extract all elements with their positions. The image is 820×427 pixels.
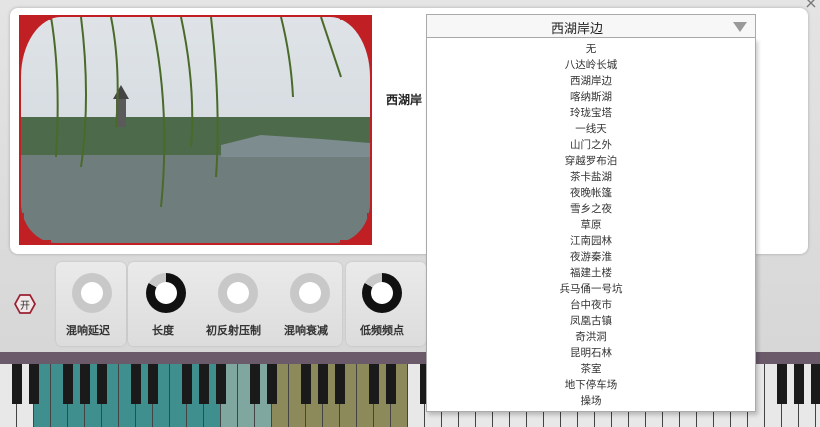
scene-photo [19, 15, 372, 245]
scene-option[interactable]: 西湖岸边 [427, 73, 755, 89]
length-knob[interactable] [146, 273, 186, 313]
piano-black-key[interactable] [29, 364, 39, 404]
power-label: 开 [20, 301, 30, 312]
scene-option[interactable]: 山门之外 [427, 137, 755, 153]
reverb-decay-knob[interactable] [290, 273, 330, 313]
scene-option[interactable]: 福建土楼 [427, 265, 755, 281]
scene-option[interactable]: 八达岭长城 [427, 57, 755, 73]
piano-black-key[interactable] [794, 364, 804, 404]
piano-black-key[interactable] [811, 364, 820, 404]
piano-black-key[interactable] [250, 364, 260, 404]
piano-black-key[interactable] [63, 364, 73, 404]
frame-corner-ornament [340, 213, 370, 243]
piano-black-key[interactable] [216, 364, 226, 404]
frame-corner-ornament [21, 17, 51, 47]
power-toggle[interactable]: 开 [14, 293, 36, 315]
low-freq-knob[interactable] [362, 273, 402, 313]
low-freq-label: 低频频点 [360, 324, 404, 337]
scene-select-value: 西湖岸边 [550, 22, 603, 37]
scene-option[interactable]: 台中夜市 [427, 297, 755, 313]
piano-black-key[interactable] [386, 364, 396, 404]
scene-option[interactable]: 操场 [427, 393, 755, 409]
scene-option[interactable]: 夜游秦淮 [427, 249, 755, 265]
piano-black-key[interactable] [148, 364, 158, 404]
piano-black-key[interactable] [131, 364, 141, 404]
frame-corner-ornament [21, 213, 51, 243]
scene-option[interactable]: 奇洪洞 [427, 329, 755, 345]
piano-black-key[interactable] [12, 364, 22, 404]
scene-option[interactable]: 草原 [427, 217, 755, 233]
piano-black-key[interactable] [80, 364, 90, 404]
piano-black-key[interactable] [97, 364, 107, 404]
piano-black-key[interactable] [199, 364, 209, 404]
scene-options-list: 无八达岭长城 西湖岸边 喀纳斯湖 玲珑宝塔 一线天 山门之外 穿越罗布泊 茶卡盐湖 夜晚帐篷 雪乡… [426, 38, 756, 412]
scene-option[interactable]: 夜晚帐篷 [427, 185, 755, 201]
scene-option[interactable]: 茶室 [427, 361, 755, 377]
piano-black-key[interactable] [335, 364, 345, 404]
scene-option[interactable]: 凤凰古镇 [427, 313, 755, 329]
piano-black-key[interactable] [182, 364, 192, 404]
frame-corner-ornament [340, 17, 370, 47]
piano-black-key[interactable] [318, 364, 328, 404]
length-label: 长度 [152, 324, 174, 337]
scene-option[interactable]: 一线天 [427, 121, 755, 137]
piano-black-key[interactable] [777, 364, 787, 404]
reverb-delay-knob[interactable] [72, 273, 112, 313]
chevron-down-icon [733, 22, 747, 32]
scene-option[interactable]: 雪乡之夜 [427, 201, 755, 217]
scene-option[interactable]: 地下停车场 [427, 377, 755, 393]
reverb-decay-label: 混响衰减 [284, 324, 328, 337]
scene-option[interactable]: 茶卡盐湖 [427, 169, 755, 185]
scene-option[interactable]: 穿越罗布泊 [427, 153, 755, 169]
scene-name-label: 西湖岸 [386, 93, 423, 107]
piano-black-key[interactable] [301, 364, 311, 404]
scene-option[interactable]: 玲珑宝塔 [427, 105, 755, 121]
reverb-delay-label: 混响延迟 [66, 324, 110, 337]
early-reflection-knob[interactable] [218, 273, 258, 313]
scene-option[interactable]: 无 [427, 41, 755, 57]
scene-option[interactable]: 喀纳斯湖 [427, 89, 755, 105]
west-lake-image [21, 17, 370, 243]
scene-option[interactable]: 兵马俑一号坑 [427, 281, 755, 297]
scene-illustration [21, 17, 370, 243]
scene-option[interactable]: 昆明石林 [427, 345, 755, 361]
scene-select[interactable]: 西湖岸边 [426, 14, 756, 38]
piano-black-key[interactable] [369, 364, 379, 404]
scene-option[interactable]: 江南园林 [427, 233, 755, 249]
piano-black-key[interactable] [267, 364, 277, 404]
early-reflection-label: 初反射压制 [206, 324, 261, 337]
